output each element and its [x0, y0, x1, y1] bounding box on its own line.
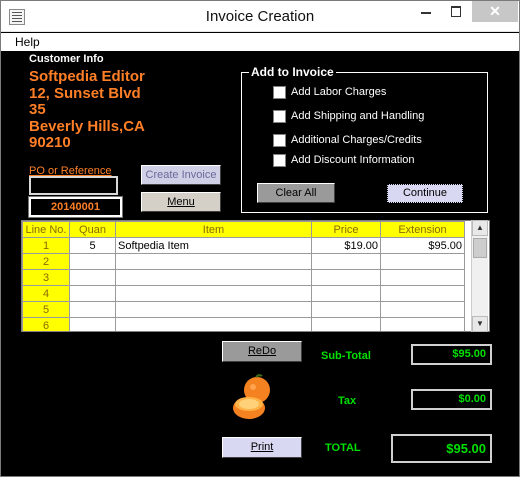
discount-info-checkbox[interactable] [273, 154, 286, 167]
line-number-cell: 6 [22, 317, 70, 331]
col-item[interactable]: Item [115, 221, 312, 238]
redo-button[interactable]: ReDo [222, 341, 302, 362]
price-cell[interactable] [311, 317, 381, 331]
extension-cell [380, 317, 465, 331]
additional-charges-label[interactable]: Additional Charges/Credits [291, 134, 422, 146]
item-cell[interactable] [115, 269, 312, 286]
quantity-cell[interactable] [69, 269, 116, 286]
maximize-button[interactable] [441, 1, 471, 22]
line-number-cell: 2 [22, 253, 70, 270]
shipping-handling-checkbox[interactable] [273, 110, 286, 123]
quantity-cell[interactable]: 5 [69, 237, 116, 254]
labor-charges-checkbox[interactable] [273, 86, 286, 99]
customer-info-label: Customer Info [29, 53, 104, 65]
scroll-down-icon[interactable]: ▼ [472, 316, 488, 332]
table-row[interactable]: 1 5 Softpedia Item $19.00 $95.00 [22, 237, 465, 254]
close-button[interactable]: ✕ [472, 1, 518, 22]
print-button[interactable]: Print [222, 437, 302, 458]
customer-address-line2: 35 [29, 101, 46, 118]
table-row[interactable]: 3 [22, 269, 465, 286]
title-bar: Invoice Creation ✕ [1, 1, 519, 32]
quantity-cell[interactable] [69, 285, 116, 302]
scroll-up-icon[interactable]: ▲ [472, 220, 488, 236]
line-number-cell: 4 [22, 285, 70, 302]
price-cell[interactable] [311, 253, 381, 270]
customer-address-line1: 12, Sunset Blvd [29, 85, 141, 102]
line-number-cell: 3 [22, 269, 70, 286]
col-quan[interactable]: Quan [69, 221, 116, 238]
table-row[interactable]: 2 [22, 253, 465, 270]
menu-button[interactable]: Menu [141, 192, 221, 212]
po-reference-input[interactable] [29, 176, 118, 195]
price-cell[interactable]: $19.00 [311, 237, 381, 254]
menu-help[interactable]: Help [15, 35, 40, 49]
total-value: $95.00 [391, 434, 492, 463]
extension-cell: $95.00 [380, 237, 465, 254]
table-scrollbar[interactable]: ▲ ▼ [471, 220, 488, 332]
item-cell[interactable] [115, 301, 312, 318]
col-line-no[interactable]: Line No. [22, 221, 70, 238]
invoice-window: Invoice Creation ✕ Help Customer Info So… [0, 0, 520, 477]
subtotal-label: Sub-Total [321, 350, 371, 362]
subtotal-value: $95.00 [411, 344, 492, 365]
extension-cell [380, 285, 465, 302]
item-cell[interactable] [115, 285, 312, 302]
create-invoice-button[interactable]: Create Invoice [141, 165, 221, 185]
extension-cell [380, 269, 465, 286]
total-label: TOTAL [325, 442, 361, 454]
quantity-cell[interactable] [69, 317, 116, 331]
quantity-cell[interactable] [69, 253, 116, 270]
extension-cell [380, 253, 465, 270]
customer-city-state: Beverly Hills,CA [29, 118, 145, 135]
discount-info-label[interactable]: Add Discount Information [291, 154, 415, 166]
minimize-button[interactable] [411, 1, 441, 22]
additional-charges-checkbox[interactable] [273, 134, 286, 147]
price-cell[interactable] [311, 301, 381, 318]
line-number-cell: 1 [22, 237, 70, 254]
item-cell[interactable]: Softpedia Item [115, 237, 312, 254]
labor-charges-label[interactable]: Add Labor Charges [291, 86, 386, 98]
extension-cell [380, 301, 465, 318]
line-number-cell: 5 [22, 301, 70, 318]
quantity-cell[interactable] [69, 301, 116, 318]
shipping-handling-label[interactable]: Add Shipping and Handling [291, 110, 424, 122]
orange-icon [233, 374, 270, 419]
table-row[interactable]: 4 [22, 285, 465, 302]
customer-zip: 90210 [29, 134, 71, 151]
table-header-row: Line No. Quan Item Price Extension [22, 221, 465, 238]
tax-value[interactable]: $0.00 [411, 389, 492, 410]
menu-bar: Help [1, 33, 519, 51]
line-items-table: Line No. Quan Item Price Extension 1 5 S… [21, 220, 490, 332]
tax-label: Tax [338, 395, 357, 407]
table-row[interactable]: 6 [22, 317, 465, 331]
col-extension[interactable]: Extension [380, 221, 465, 238]
price-cell[interactable] [311, 285, 381, 302]
scroll-thumb[interactable] [473, 238, 487, 258]
customer-name: Softpedia Editor [29, 68, 145, 85]
invoice-number-field[interactable]: 20140001 [28, 196, 123, 218]
item-cell[interactable] [115, 317, 312, 331]
price-cell[interactable] [311, 269, 381, 286]
add-to-invoice-title: Add to Invoice [249, 65, 336, 79]
col-price[interactable]: Price [311, 221, 381, 238]
continue-button[interactable]: Continue [387, 184, 463, 203]
table-row[interactable]: 5 [22, 301, 465, 318]
item-cell[interactable] [115, 253, 312, 270]
clear-all-button[interactable]: Clear All [257, 183, 335, 203]
